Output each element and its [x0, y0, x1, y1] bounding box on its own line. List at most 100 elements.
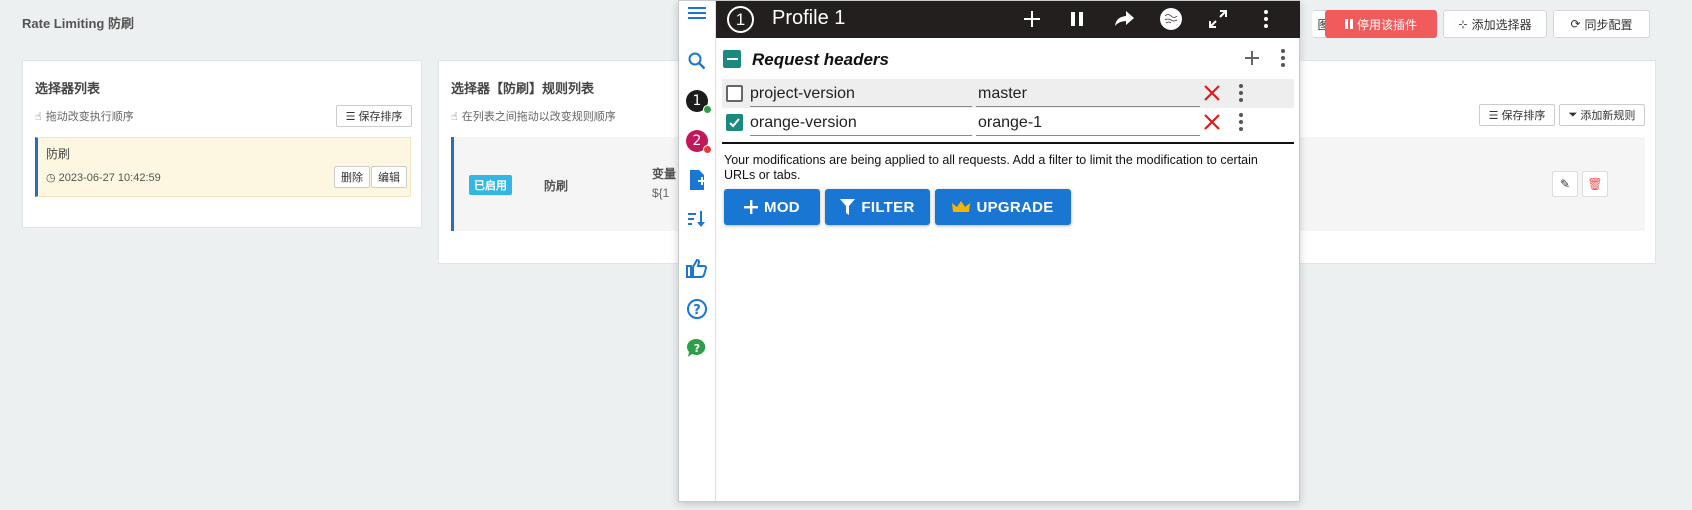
selector-hint-text: 拖动改变执行顺序 — [45, 111, 134, 123]
profile-2-number: 2 — [692, 133, 702, 149]
selector-panel-title: 选择器列表 — [35, 81, 101, 96]
plus-icon — [744, 200, 759, 214]
expand-icon[interactable] — [1206, 7, 1230, 31]
add-mod-button[interactable]: MOD — [724, 189, 820, 225]
clock-icon: ◷ — [46, 172, 56, 184]
rule-hint-text: 在列表之间拖动以改变规则顺序 — [461, 111, 616, 123]
upgrade-label: UPGRADE — [976, 198, 1054, 216]
header-name-field[interactable]: orange-version — [750, 110, 972, 136]
add-selector-button[interactable]: ⊹ 添加选择器 — [1443, 10, 1547, 38]
hand-pointer-icon: ☝ — [451, 110, 458, 123]
disable-plugin-label: 停用该插件 — [1356, 17, 1417, 32]
share-icon[interactable] — [1112, 7, 1136, 31]
add-filter-label: FILTER — [861, 198, 915, 216]
rule-edit-button[interactable]: ✎ — [1552, 171, 1578, 197]
sync-config-label: 同步配置 — [1584, 17, 1633, 32]
delete-header-icon[interactable] — [1202, 83, 1222, 103]
rule-variable: 变量 — [652, 167, 677, 181]
modheader-popup: 1 2 ? ? 1 Profile 1 Request headers proj… — [678, 0, 1300, 502]
more-options-icon[interactable] — [1254, 7, 1278, 31]
profile-title[interactable]: Profile 1 — [772, 7, 845, 30]
profile-number-badge[interactable]: 1 — [727, 6, 754, 33]
profile-1-number: 1 — [692, 93, 702, 109]
header-enable-checkbox[interactable] — [726, 114, 743, 131]
profile-1-active-dot — [703, 105, 712, 114]
signin-avatar-icon[interactable] — [1159, 7, 1183, 31]
section-title: Request headers — [752, 50, 889, 69]
header-more-icon[interactable] — [1236, 111, 1246, 133]
add-mod-label: MOD — [764, 198, 800, 216]
rule-status-badge: 已启用 — [469, 175, 512, 195]
selector-edit-button[interactable]: 编辑 — [371, 166, 407, 188]
profile-2-bubble: 2 — [686, 130, 712, 154]
help-icon[interactable]: ? — [685, 297, 709, 321]
selector-item-timestamp: ◷ 2023-06-27 10:42:59 — [46, 171, 161, 185]
svg-text:?: ? — [693, 303, 701, 318]
search-icon[interactable] — [685, 49, 709, 73]
header-value-field[interactable]: master — [976, 81, 1200, 107]
top-actions: 图 停用该插件 ⊹ 添加选择器 ⟳ 同步配置 — [1312, 10, 1692, 40]
refresh-icon: ⟳ — [1570, 17, 1581, 31]
sort-icon[interactable] — [685, 207, 709, 231]
header-row: orange-version orange-1 — [722, 108, 1294, 137]
disable-plugin-button[interactable]: 停用该插件 — [1325, 10, 1437, 38]
filter-notice: Your modifications are being applied to … — [724, 153, 1258, 182]
collapse-section-icon[interactable] — [723, 50, 741, 68]
add-rule-label: 添加新规则 — [1580, 110, 1636, 122]
pause-icon — [1344, 19, 1353, 29]
add-selector-label: 添加选择器 — [1471, 17, 1532, 32]
page-title: Rate Limiting 防刷 — [22, 16, 134, 31]
add-header-icon[interactable] — [1240, 46, 1264, 70]
profile-1-bubble: 1 — [686, 90, 712, 114]
add-profile-icon[interactable] — [685, 168, 709, 192]
selector-edit-label: 编辑 — [378, 172, 400, 184]
profile-1-icon[interactable]: 1 — [685, 89, 712, 114]
upgrade-button[interactable]: UPGRADE — [935, 189, 1071, 225]
list-icon: ☰ — [345, 110, 356, 123]
header-name-field[interactable]: project-version — [750, 81, 972, 107]
svg-text:?: ? — [694, 342, 700, 355]
selector-panel: 选择器列表 ☝ 拖动改变执行顺序 ☰ 保存排序 防刷 ◷ 2023-06-27 … — [22, 60, 422, 228]
section-more-icon[interactable] — [1278, 47, 1288, 69]
rule-name: 防刷 — [544, 179, 569, 193]
trash-icon: 🗑 — [1587, 177, 1603, 191]
header-more-icon[interactable] — [1236, 82, 1246, 104]
profile-number: 1 — [735, 9, 746, 29]
selector-save-order-label: 保存排序 — [358, 111, 403, 123]
header-value-field[interactable]: orange-1 — [976, 110, 1200, 136]
rule-expression: ${1 — [652, 186, 670, 200]
selector-item-timestamp-text: 2023-06-27 10:42:59 — [58, 171, 161, 184]
sync-config-button[interactable]: ⟳ 同步配置 — [1553, 10, 1650, 38]
list-icon: ☰ — [1488, 109, 1499, 122]
thumbs-up-icon[interactable] — [685, 256, 709, 280]
hand-pointer-icon: ☝ — [35, 110, 42, 123]
selector-delete-label: 删除 — [341, 172, 363, 184]
feedback-icon[interactable]: ? — [685, 336, 709, 360]
rule-panel-title: 选择器【防刷】规则列表 — [451, 81, 595, 96]
add-rule-button[interactable]: ⏷ 添加新规则 — [1559, 104, 1645, 126]
request-headers-section: Request headers — [716, 38, 1300, 78]
pause-icon[interactable] — [1065, 7, 1089, 31]
header-enable-checkbox[interactable] — [726, 85, 743, 102]
profile-topbar: 1 Profile 1 — [716, 1, 1300, 38]
crown-icon — [952, 201, 971, 212]
selector-hint: ☝ 拖动改变执行顺序 — [35, 108, 134, 124]
filter-icon: ⏷ — [1568, 108, 1578, 121]
popup-sidebar: 1 2 ? ? — [679, 1, 716, 501]
menu-icon[interactable] — [685, 1, 709, 25]
selector-item[interactable]: 防刷 ◷ 2023-06-27 10:42:59 删除 编辑 — [35, 137, 411, 197]
rule-save-order-label: 保存排序 — [1501, 110, 1546, 122]
profile-2-icon[interactable]: 2 — [685, 129, 712, 154]
rule-save-order-button[interactable]: ☰ 保存排序 — [1479, 104, 1555, 126]
selector-delete-button[interactable]: 删除 — [334, 166, 370, 188]
selector-save-order-button[interactable]: ☰ 保存排序 — [336, 105, 412, 127]
selector-item-name: 防刷 — [46, 147, 71, 161]
funnel-icon — [840, 199, 856, 215]
rule-delete-button[interactable]: 🗑 — [1582, 171, 1608, 197]
header-row: project-version master — [722, 79, 1294, 108]
delete-header-icon[interactable] — [1202, 112, 1222, 132]
add-filter-button[interactable]: FILTER — [825, 189, 930, 225]
section-divider — [722, 142, 1294, 144]
add-icon[interactable] — [1020, 7, 1044, 31]
profile-2-dot — [703, 145, 712, 154]
